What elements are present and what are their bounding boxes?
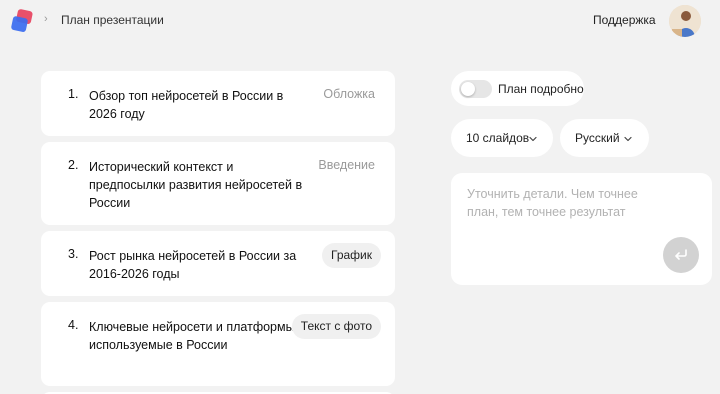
slide-number: 1. [68, 87, 79, 101]
slide-type-pill[interactable]: График [322, 243, 381, 268]
chevron-down-icon [623, 133, 633, 143]
slide-type-pill[interactable]: Текст с фото [291, 314, 381, 339]
slides-count-value: 10 слайдов [466, 131, 530, 145]
slide-card[interactable]: 3. Рост рынка нейросетей в России за 201… [41, 231, 395, 296]
send-button[interactable] [663, 237, 699, 273]
slide-title[interactable]: Исторический контекст и предпосылки разв… [89, 158, 303, 212]
slide-number: 4. [68, 318, 79, 332]
slide-title[interactable]: Рост рынка нейросетей в России за 2016-2… [89, 247, 303, 283]
support-link[interactable]: Поддержка [593, 13, 656, 27]
slide-card[interactable]: 4. Ключевые нейросети и платформы, испол… [41, 302, 395, 386]
return-arrow-icon [675, 249, 687, 260]
slide-card[interactable]: 2. Исторический контекст и предпосылки р… [41, 142, 395, 225]
refine-details-input[interactable] [467, 185, 667, 235]
toggle-knob [461, 82, 475, 96]
top-bar: › План презентации Поддержка [0, 0, 720, 40]
app-logo-icon[interactable] [10, 9, 36, 33]
slides-count-dropdown[interactable]: 10 слайдов [451, 119, 553, 157]
slide-number: 3. [68, 247, 79, 261]
slide-number: 2. [68, 158, 79, 172]
language-value: Русский [575, 131, 620, 145]
detailed-plan-label: План подробно [498, 82, 584, 96]
refine-details-box [451, 173, 712, 285]
slide-type-label[interactable]: Введение [318, 158, 375, 172]
slide-card[interactable]: 1. Обзор топ нейросетей в России в 2026 … [41, 71, 395, 136]
slide-type-label[interactable]: Обложка [323, 87, 375, 101]
detailed-plan-toggle[interactable]: План подробно [451, 71, 584, 106]
avatar[interactable] [669, 5, 701, 37]
chevron-down-icon [528, 133, 538, 143]
breadcrumb-separator: › [44, 13, 48, 25]
page-title: План презентации [61, 13, 164, 27]
slide-title[interactable]: Ключевые нейросети и платформы, использу… [89, 318, 303, 354]
language-dropdown[interactable]: Русский [560, 119, 649, 157]
slide-title[interactable]: Обзор топ нейросетей в России в 2026 год… [89, 87, 303, 123]
toggle-switch[interactable] [459, 80, 492, 98]
